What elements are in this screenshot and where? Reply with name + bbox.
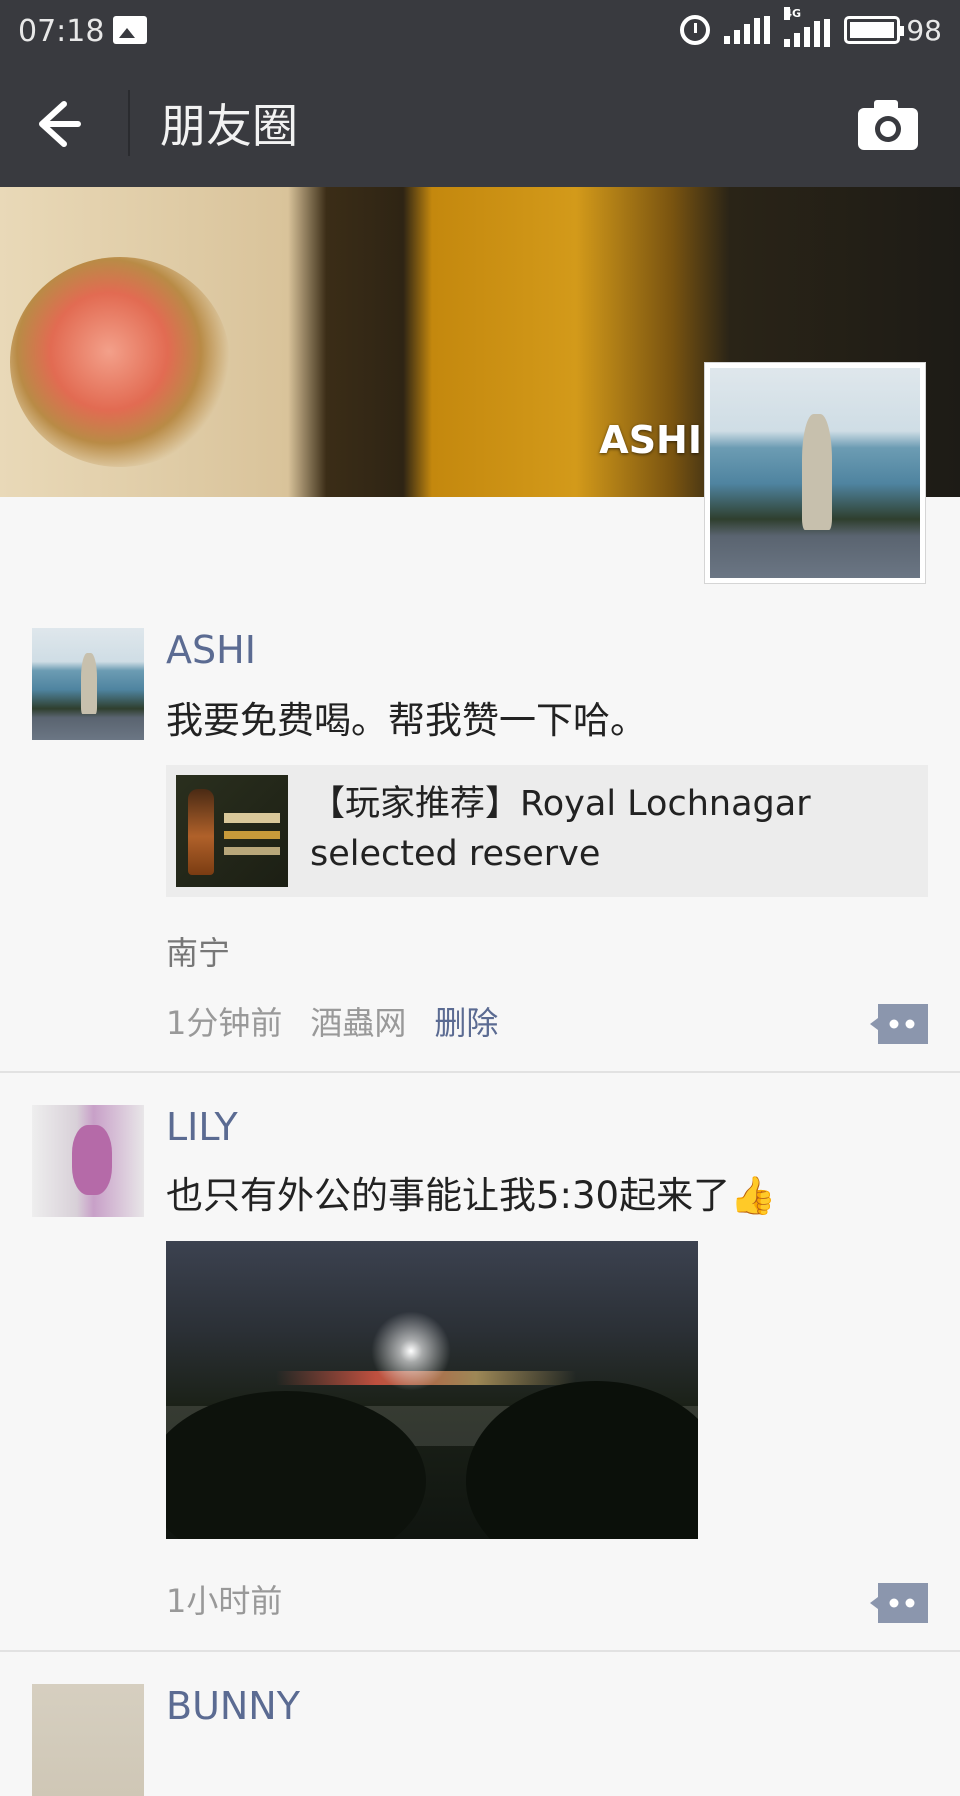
post-time: 1分钟前 bbox=[166, 1004, 283, 1042]
avatar[interactable] bbox=[32, 1105, 144, 1217]
feed-separator bbox=[0, 1071, 960, 1073]
post-meta: 1小时前 bbox=[166, 1576, 282, 1622]
profile-avatar[interactable] bbox=[704, 362, 926, 584]
comment-icon bbox=[870, 1004, 928, 1044]
post-source: 酒蟲网 bbox=[310, 1004, 407, 1042]
comment-button[interactable] bbox=[868, 1583, 928, 1623]
shared-link-card[interactable]: 【玩家推荐】Royal Lochnagar selected reserve bbox=[166, 765, 928, 897]
avatar[interactable] bbox=[32, 628, 144, 740]
post-text: 也只有外公的事能让我5:30起来了👍 bbox=[166, 1174, 777, 1217]
post-meta: 1分钟前 酒蟲网 删除 bbox=[166, 998, 498, 1044]
post-text: 我要免费喝。帮我赞一下哈。 bbox=[166, 699, 647, 742]
link-thumbnail bbox=[176, 775, 288, 887]
feed-item: LILY 也只有外公的事能让我5:30起来了👍 1小时前 bbox=[0, 0, 960, 1623]
nickname[interactable]: LILY bbox=[166, 1105, 238, 1149]
post-time: 1小时前 bbox=[166, 1582, 283, 1620]
nickname[interactable]: BUNNY bbox=[166, 1684, 300, 1728]
cover-lamp-graphic bbox=[10, 257, 230, 467]
delete-button[interactable]: 删除 bbox=[434, 998, 498, 1044]
post-photo[interactable] bbox=[166, 1241, 698, 1539]
avatar[interactable] bbox=[32, 1684, 144, 1796]
feed-separator bbox=[0, 1650, 960, 1652]
cover-username: ASHI bbox=[599, 418, 702, 462]
link-title: 【玩家推荐】Royal Lochnagar selected reserve bbox=[310, 784, 811, 874]
avatar-photo bbox=[32, 628, 144, 740]
profile-avatar-photo bbox=[710, 368, 920, 578]
location-label[interactable]: 南宁 bbox=[166, 928, 230, 974]
nickname[interactable]: ASHI bbox=[166, 628, 256, 672]
comment-icon bbox=[870, 1583, 928, 1623]
comment-button[interactable] bbox=[868, 1004, 928, 1044]
